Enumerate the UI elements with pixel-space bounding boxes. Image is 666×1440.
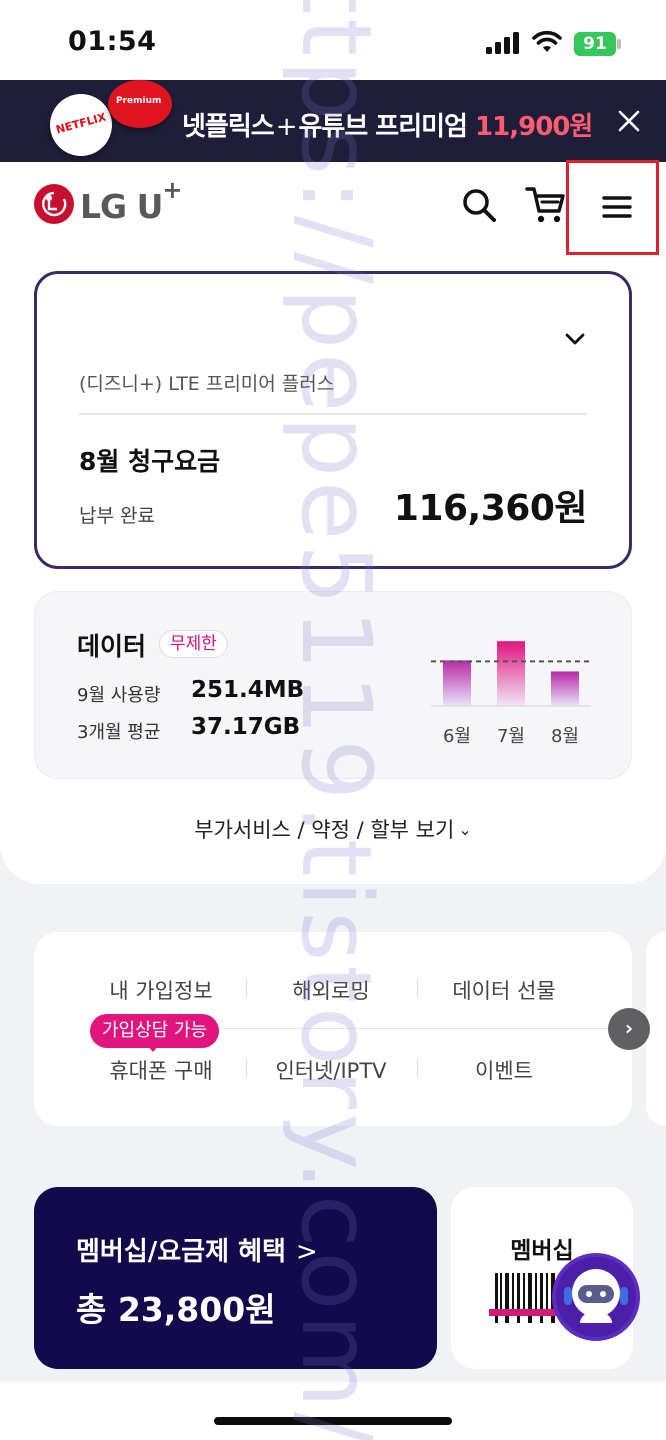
menu-item-subscription-info[interactable]: 내 가입정보: [76, 975, 246, 1005]
data-usage-card[interactable]: 데이터 무제한 9월 사용량 251.4MB 3개월 평균 37.17GB 6월…: [34, 591, 632, 779]
home-bar-area: [0, 1382, 666, 1440]
hamburger-menu-icon: [602, 196, 632, 218]
banner-text-sub: 유튜브 프리미엄: [298, 112, 467, 142]
data-title: 데이터: [77, 632, 147, 661]
chevron-right-icon: >: [295, 1237, 318, 1267]
next-page-button[interactable]: ›: [608, 1008, 650, 1050]
bill-card[interactable]: (디즈니+) LTE 프리미어 플러스 8월 청구요금 납부 완료 116,36…: [34, 271, 632, 569]
more-services-label: 부가서비스 / 약정 / 할부 보기: [194, 818, 455, 842]
battery-level: 91: [583, 34, 607, 54]
brand-name: LG U: [80, 187, 163, 226]
chart-bar-8월: [551, 671, 579, 706]
menu-item-data-gift[interactable]: 데이터 선물: [419, 975, 589, 1005]
status-bar: 01:54 91: [0, 0, 666, 80]
usage-value-current: 251.4MB: [191, 677, 305, 703]
chart-bar-7월: [497, 641, 525, 706]
menu-item-internet-iptv[interactable]: 인터넷/IPTV: [246, 1055, 416, 1085]
netflix-logo: NETFLIX: [50, 94, 112, 156]
benefits-title-text: 멤버십/요금제 혜택: [76, 1237, 286, 1267]
benefits-title: 멤버십/요금제 혜택 >: [76, 1231, 318, 1268]
chart-tick-label: 8월: [551, 726, 579, 747]
bill-title: 8월 청구요금: [79, 447, 221, 476]
banner-price: 11,900원: [475, 112, 593, 142]
usage-label-average: 3개월 평균: [77, 722, 161, 743]
chart-bar-6월: [443, 660, 471, 706]
usage-value-average: 37.17GB: [191, 714, 301, 740]
banner-text-main: 넷플릭스: [182, 112, 275, 142]
youtube-premium-logo: Premium: [108, 80, 172, 128]
menu-item-phone-purchase[interactable]: 휴대폰 구매: [76, 1055, 246, 1085]
banner-text-plus: +: [275, 112, 298, 142]
chatbot-assistant-icon[interactable]: [552, 1253, 640, 1341]
benefits-card[interactable]: 멤버십/요금제 혜택 > 총 23,800원: [34, 1187, 437, 1369]
chart-tick-label: 7월: [497, 726, 525, 747]
close-icon[interactable]: [612, 104, 646, 138]
home-indicator[interactable]: [214, 1417, 452, 1425]
brand-logo[interactable]: LG U+: [80, 176, 183, 226]
wifi-icon: [532, 30, 562, 52]
menu-item-events[interactable]: 이벤트: [419, 1055, 589, 1085]
banner-headline[interactable]: 넷플릭스+유튜브 프리미엄 11,900원: [182, 106, 593, 143]
unlimited-badge: 무제한: [159, 630, 228, 658]
search-icon[interactable]: [460, 186, 498, 224]
usage-bar-chart: 6월 7월 8월: [431, 641, 591, 747]
more-services-link[interactable]: 부가서비스 / 약정 / 할부 보기 ⌄: [0, 814, 666, 844]
separator: [417, 1059, 418, 1077]
consult-available-badge: 가입상담 가능: [90, 1014, 220, 1048]
payment-status: 납부 완료: [79, 505, 155, 527]
chevron-down-icon: ⌄: [458, 820, 472, 839]
clock: 01:54: [68, 26, 157, 57]
battery-icon: 91: [574, 32, 622, 56]
badge-tail: [146, 1044, 160, 1052]
divider: [79, 413, 587, 415]
hamburger-menu-button[interactable]: [566, 160, 659, 255]
menu-item-roaming[interactable]: 해외로밍: [246, 975, 416, 1005]
brand-plus: +: [162, 176, 182, 204]
plan-name: (디즈니+) LTE 프리미어 플러스: [79, 373, 335, 395]
bill-amount: 116,360원: [393, 488, 588, 529]
chart-tick-label: 6월: [443, 726, 471, 747]
lg-logo-icon[interactable]: [34, 184, 74, 224]
separator: [417, 979, 418, 997]
usage-label-current: 9월 사용량: [77, 685, 161, 706]
cart-icon[interactable]: [524, 184, 568, 226]
chevron-right-icon: ›: [624, 1016, 634, 1040]
quick-menu-card: 내 가입정보 해외로밍 데이터 선물 휴대폰 구매 인터넷/IPTV 이벤트 가…: [34, 932, 632, 1126]
benefits-total: 총 23,800원: [76, 1290, 276, 1329]
chevron-down-icon[interactable]: [564, 331, 586, 347]
cellular-signal-icon: [486, 32, 519, 54]
